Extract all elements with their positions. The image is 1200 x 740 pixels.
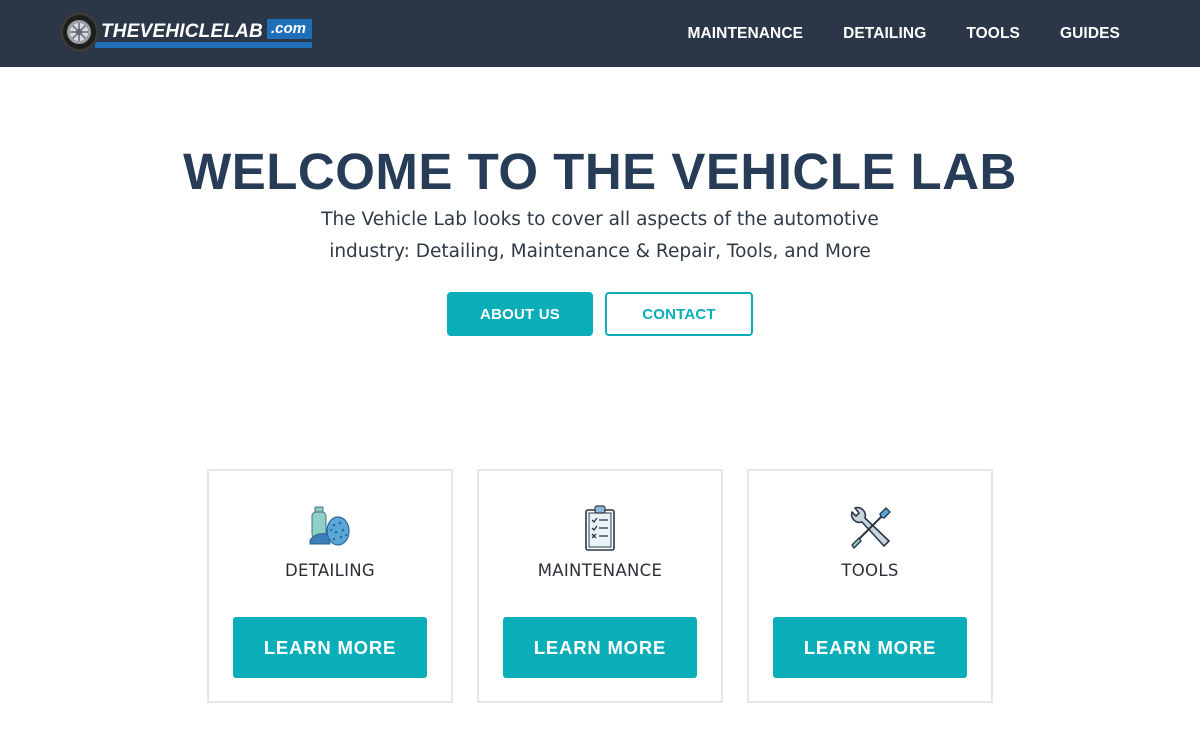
- learn-more-tools-button[interactable]: LEARN MORE: [773, 617, 967, 678]
- logo-text: THEVEHICLELAB: [100, 21, 263, 42]
- nav-detailing[interactable]: DETAILING: [843, 25, 926, 43]
- card-detailing: DETAILING LEARN MORE: [207, 469, 453, 703]
- about-us-button[interactable]: ABOUT US: [447, 292, 593, 336]
- category-cards: DETAILING LEARN MORE MAINTENANCE LEARN M…: [207, 469, 993, 703]
- card-label: DETAILING: [285, 561, 375, 580]
- nav-guides[interactable]: GUIDES: [1060, 25, 1120, 43]
- wheel-icon: [60, 12, 99, 52]
- site-header: THEVEHICLELAB .com MAINTENANCE DETAILING…: [0, 0, 1200, 67]
- nav-maintenance[interactable]: MAINTENANCE: [687, 25, 803, 43]
- learn-more-detailing-button[interactable]: LEARN MORE: [233, 617, 427, 678]
- contact-button[interactable]: CONTACT: [605, 292, 753, 336]
- card-label: TOOLS: [841, 561, 899, 580]
- card-maintenance: MAINTENANCE LEARN MORE: [477, 469, 723, 703]
- learn-more-maintenance-button[interactable]: LEARN MORE: [503, 617, 697, 678]
- card-tools: TOOLS LEARN MORE: [747, 469, 993, 703]
- wrench-screwdriver-icon: [846, 504, 894, 552]
- hero-subtitle: The Vehicle Lab looks to cover all aspec…: [321, 209, 879, 262]
- clipboard-checklist-icon: [576, 504, 624, 552]
- card-label: MAINTENANCE: [537, 561, 663, 580]
- site-logo[interactable]: THEVEHICLELAB .com: [60, 12, 312, 52]
- hero-actions: ABOUT US CONTACT: [0, 292, 1200, 336]
- sponge-bottle-icon: [306, 504, 354, 552]
- hero-title: WELCOME TO THE VEHICLE LAB: [183, 143, 1017, 200]
- main-nav: MAINTENANCE DETAILING TOOLS GUIDES: [687, 0, 1120, 67]
- hero-section: WELCOME TO THE VEHICLE LAB The Vehicle L…: [0, 67, 1200, 336]
- logo-tld: .com: [266, 19, 312, 39]
- nav-tools[interactable]: TOOLS: [966, 25, 1020, 43]
